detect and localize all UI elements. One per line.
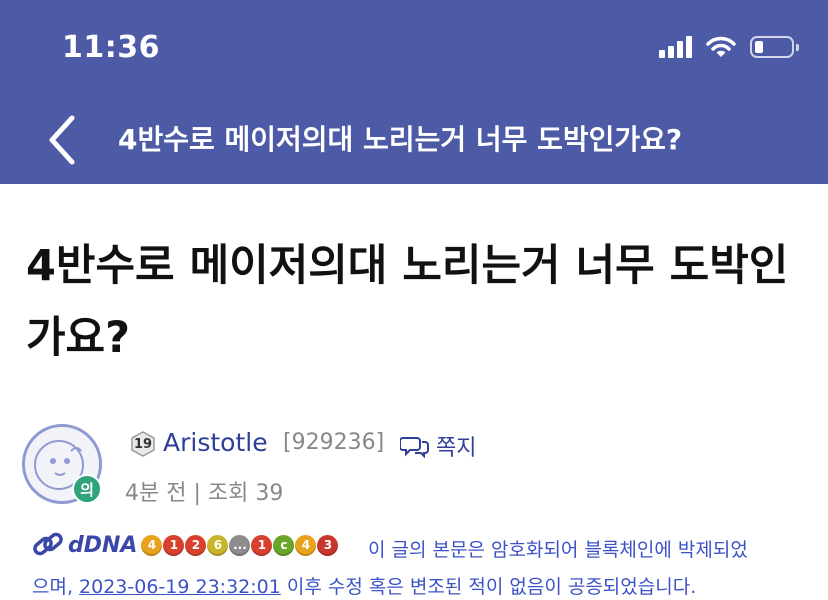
dna-badge: c (273, 534, 295, 556)
dna-notice-suffix: 이후 수정 혹은 변조된 적이 없음이 공증되었습니다. (286, 576, 697, 598)
back-button[interactable] (44, 114, 80, 166)
avatar-badge: 의 (72, 474, 102, 504)
dna-badge: 6 (207, 534, 229, 556)
app-header: 11:36 4반수로 메이저의대 노리는거 너무 도박인가요? (0, 0, 828, 184)
author-id: [929236] (283, 430, 385, 455)
post-meta: 4분 전 | 조회 39 (125, 481, 284, 506)
cellular-signal-icon (659, 36, 692, 58)
dna-label: dDNA (68, 532, 138, 558)
header-title: 4반수로 메이저의대 노리는거 너무 도박인가요? (118, 123, 683, 156)
dna-chain-icon (33, 532, 63, 556)
dna-badge: ... (229, 534, 251, 556)
author-name[interactable]: Aristotle (163, 428, 268, 457)
dna-badge: 1 (251, 534, 273, 556)
level-badge: 19 (130, 431, 156, 457)
chevron-left-icon (49, 115, 75, 165)
chat-bubbles-icon (400, 437, 429, 458)
message-label: 쪽지 (436, 436, 477, 461)
dna-badge: 2 (185, 534, 207, 556)
dna-badge: 1 (163, 534, 185, 556)
status-time: 11:36 (62, 30, 160, 65)
dna-badge: 4 (141, 534, 163, 556)
dna-notice-line2: 으며, 2023-06-19 23:32:01 이후 수정 혹은 변조된 적이 … (32, 572, 696, 599)
dna-notice-prefix: 으며, (32, 576, 73, 598)
status-icons (659, 36, 799, 58)
dna-notice-line1: 이 글의 본문은 암호화되어 블록체인에 박제되었 (368, 539, 748, 561)
message-button[interactable]: 쪽지 (400, 430, 476, 462)
dna-row[interactable]: dDNA 4 1 2 6... 1 c 4 3 (32, 530, 339, 560)
battery-icon (750, 36, 799, 58)
dna-timestamp-link[interactable]: 2023-06-19 23:32:01 (79, 576, 281, 598)
wifi-icon (706, 36, 736, 57)
dna-badge: 4 (295, 534, 317, 556)
level-number: 19 (133, 436, 153, 452)
post-title: 4반수로 메이저의대 노리는거 너무 도박인가요? (26, 241, 789, 363)
dna-badge: 3 (317, 534, 339, 556)
